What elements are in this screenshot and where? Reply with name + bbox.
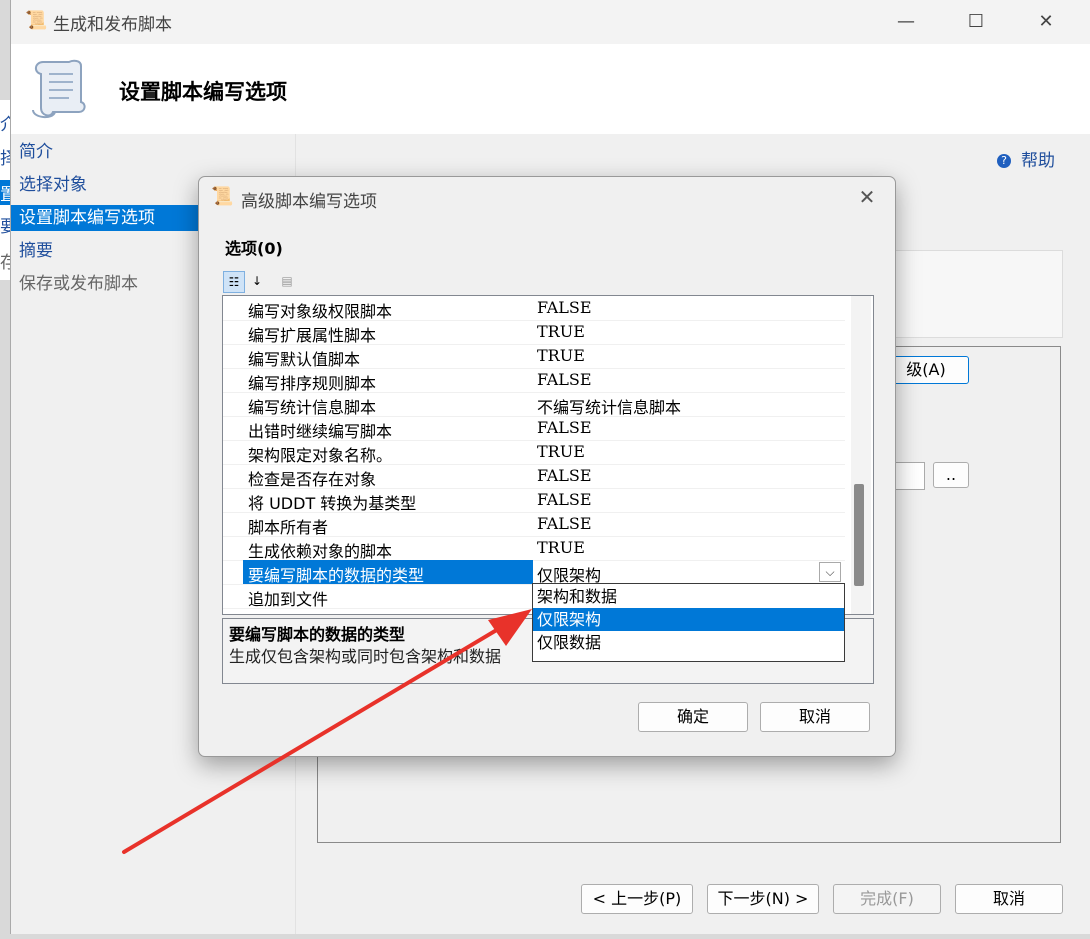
nav-item-script-options[interactable]: 设置脚本编写选项 (11, 205, 199, 231)
description-title: 要编写脚本的数据的类型 (229, 625, 406, 644)
grid-scroll-thumb[interactable] (854, 484, 864, 586)
sort-alpha-icon[interactable]: ↓ (247, 271, 267, 291)
edge-fragment: 存 (0, 253, 10, 273)
grid-row[interactable]: 编写对象级权限脚本 FALSE (223, 296, 845, 321)
maximize-button[interactable]: ☐ (953, 6, 999, 38)
wizard-header: 设置脚本编写选项 (11, 44, 1090, 134)
background-window-edge: 介 择 置 要 存 (0, 100, 10, 280)
script-scroll-icon: 📜 (211, 186, 234, 207)
description-text: 生成仅包含架构或同时包含架构和数据 (229, 647, 502, 666)
advanced-options-dialog: 📜 高级脚本编写选项 ✕ 选项(0) ☷ ↓ ▤ 编写对象级权限脚本 FALSE … (198, 176, 896, 757)
title-bar: 📜 生成和发布脚本 — ☐ ✕ (11, 0, 1090, 44)
prev-button[interactable]: < 上一步(P) (581, 884, 693, 914)
next-button[interactable]: 下一步(N) > (707, 884, 819, 914)
grid-row-selected[interactable]: 要编写脚本的数据的类型 仅限架构 ⌵ (223, 560, 845, 585)
dropdown-option[interactable]: 架构和数据 (533, 585, 844, 608)
options-label: 选项(0) (225, 239, 283, 258)
grid-row[interactable]: 编写统计信息脚本 不编写统计信息脚本 (223, 392, 845, 417)
nav-item-intro[interactable]: 简介 (11, 139, 295, 165)
ok-button[interactable]: 确定 (638, 702, 748, 732)
property-grid: 编写对象级权限脚本 FALSE 编写扩展属性脚本 TRUE 编写默认值脚本 TRUE … (222, 295, 874, 615)
grid-row[interactable]: 生成依赖对象的脚本 TRUE (223, 536, 845, 561)
categorized-icon[interactable]: ☷ (223, 271, 245, 293)
window-title: 生成和发布脚本 (53, 15, 172, 35)
script-scroll-icon: 📜 (25, 10, 48, 31)
edge-fragment: 要 (0, 217, 10, 237)
grid-row[interactable]: 出错时继续编写脚本 FALSE (223, 416, 845, 441)
edge-fragment: 介 (0, 115, 10, 135)
grid-row[interactable]: 脚本所有者 FALSE (223, 512, 845, 537)
edge-fragment: 择 (0, 149, 10, 169)
help-link[interactable]: ? 帮助 (997, 146, 1055, 171)
grid-row[interactable]: 编写扩展属性脚本 TRUE (223, 320, 845, 345)
help-label: 帮助 (1021, 151, 1055, 171)
property-pages-icon: ▤ (281, 274, 293, 288)
edge-fragment: 置 (0, 180, 10, 205)
grid-row[interactable]: 编写排序规则脚本 FALSE (223, 368, 845, 393)
help-icon: ? (997, 154, 1011, 168)
finish-button: 完成(F) (833, 884, 941, 914)
scroll-logo-icon (32, 59, 86, 118)
page-title: 设置脚本编写选项 (119, 80, 287, 104)
dropdown-option[interactable]: 仅限数据 (533, 631, 844, 654)
grid-row[interactable]: 将 UDDT 转换为基类型 FALSE (223, 488, 845, 513)
grid-row[interactable]: 编写默认值脚本 TRUE (223, 344, 845, 369)
close-button[interactable]: ✕ (1023, 6, 1069, 38)
browse-button[interactable]: .. (933, 462, 969, 488)
wizard-cancel-button[interactable]: 取消 (955, 884, 1063, 914)
grid-row[interactable]: 检查是否存在对象 FALSE (223, 464, 845, 489)
grid-row[interactable]: 架构限定对象名称。 TRUE (223, 440, 845, 465)
dialog-close-button[interactable]: ✕ (849, 183, 885, 211)
dialog-cancel-button[interactable]: 取消 (760, 702, 870, 732)
dialog-title: 高级脚本编写选项 (241, 192, 377, 212)
data-type-dropdown-list: 架构和数据 仅限架构 仅限数据 (532, 583, 845, 662)
dropdown-option-selected[interactable]: 仅限架构 (533, 608, 844, 631)
minimize-button[interactable]: — (883, 6, 929, 38)
chevron-down-icon[interactable]: ⌵ (819, 562, 841, 582)
